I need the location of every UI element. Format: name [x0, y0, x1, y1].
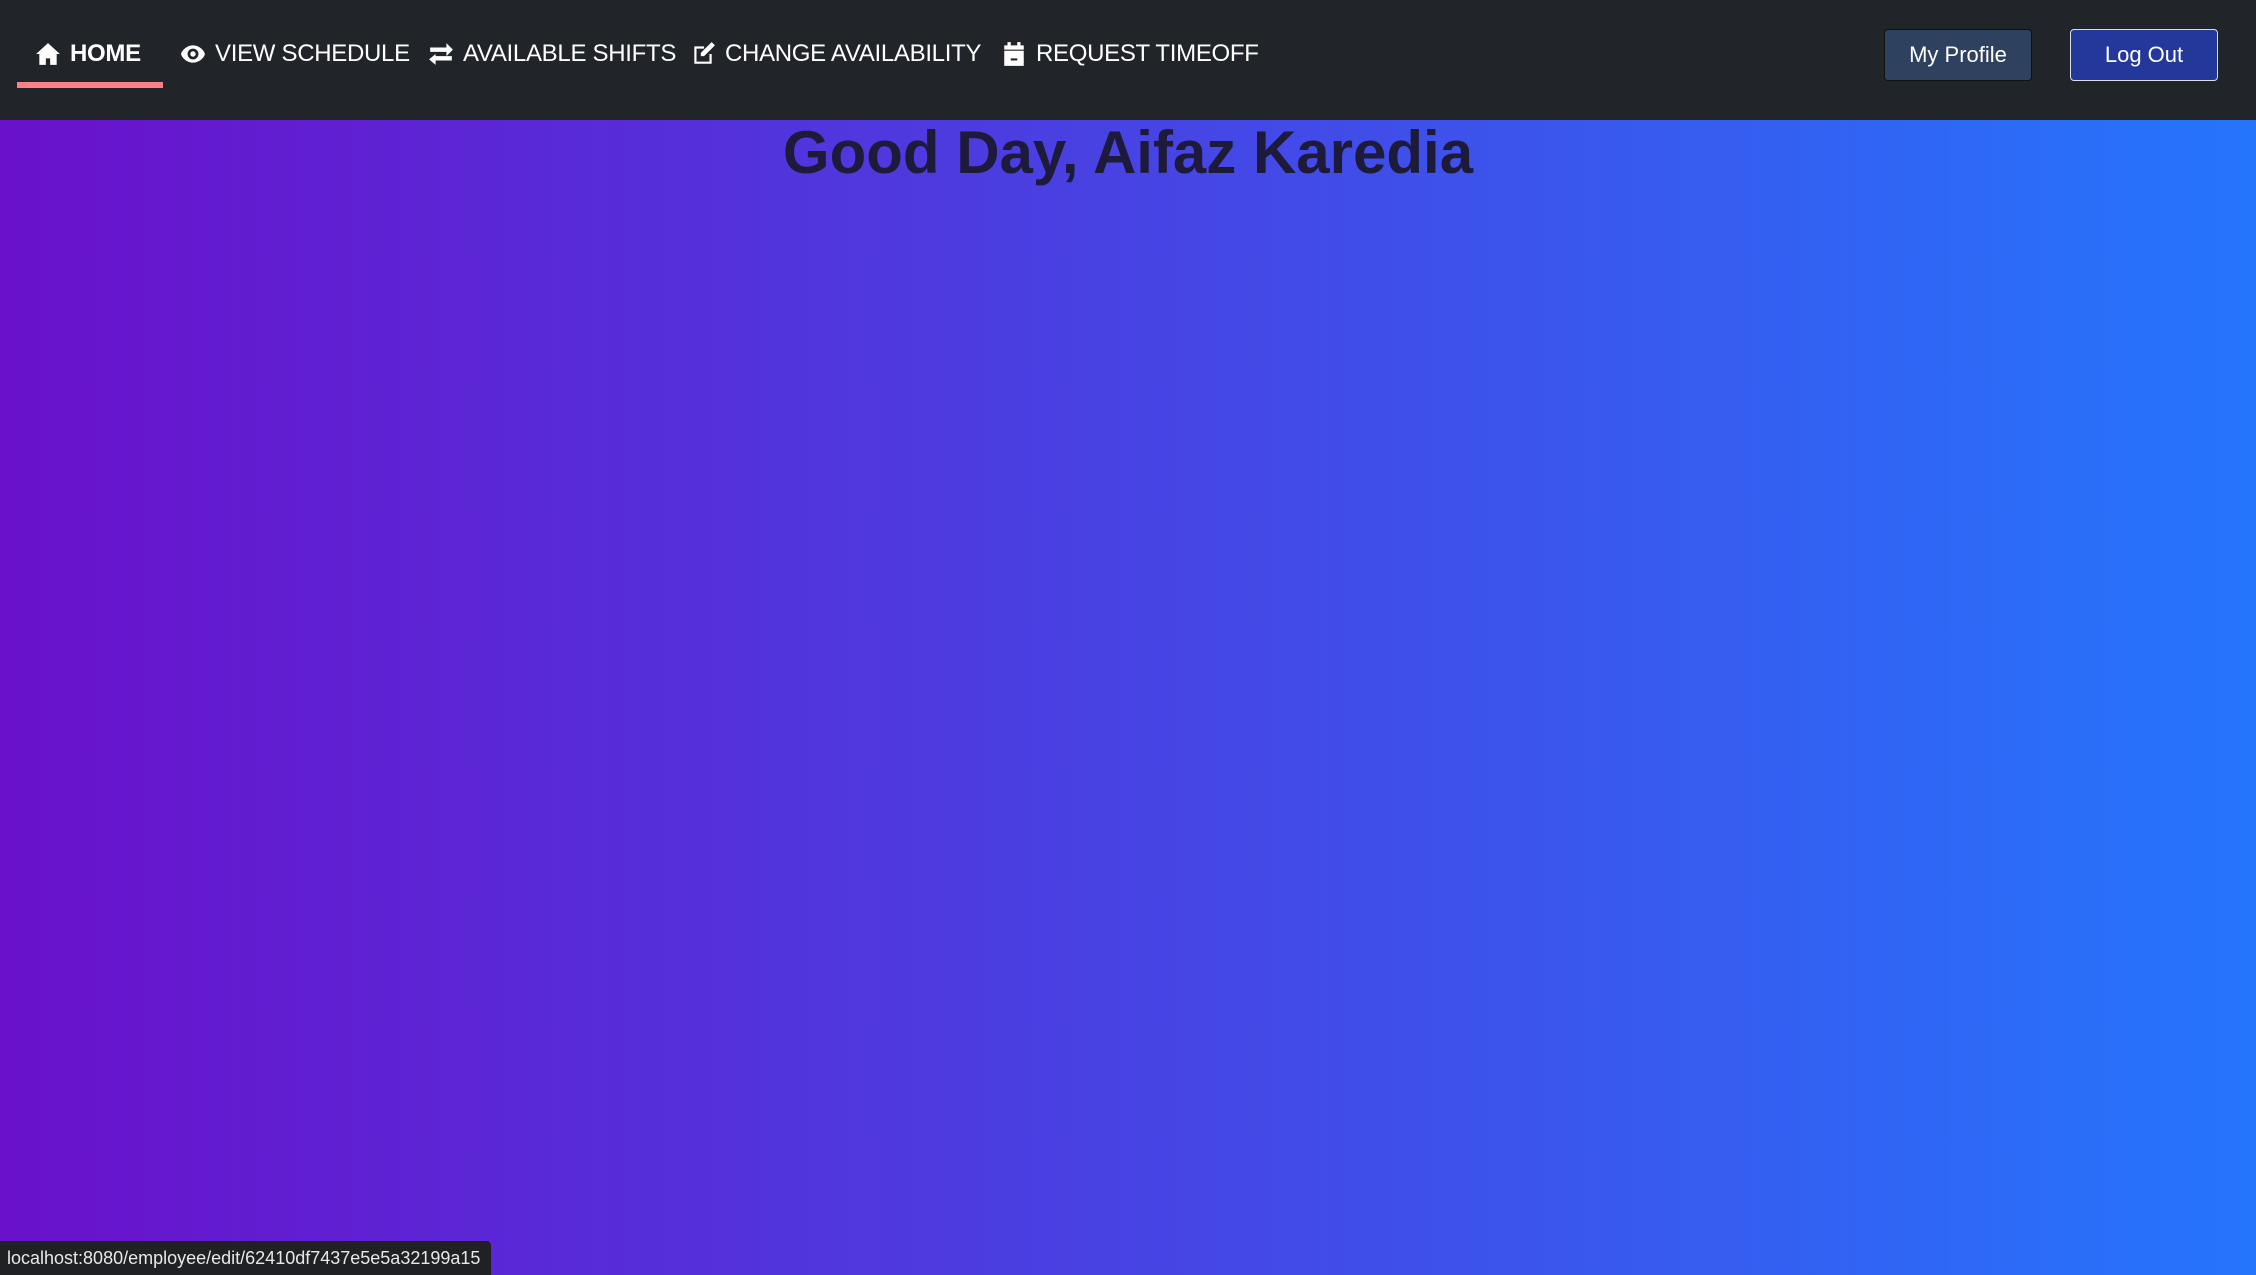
nav-available-shifts[interactable]: AVAILABLE SHIFTS	[428, 34, 676, 74]
edit-icon	[694, 42, 715, 64]
nav-change-availability-label: CHANGE AVAILABILITY	[725, 40, 982, 67]
nav-home-label: HOME	[70, 40, 141, 67]
home-icon	[36, 43, 60, 65]
status-bar-url: localhost:8080/employee/edit/62410df7437…	[0, 1241, 491, 1275]
nav-change-availability[interactable]: CHANGE AVAILABILITY	[690, 34, 981, 74]
nav-view-schedule[interactable]: VIEW SCHEDULE	[180, 34, 410, 74]
active-tab-indicator	[17, 82, 163, 88]
nav-request-timeoff[interactable]: REQUEST TIMEOFF	[1001, 34, 1259, 74]
my-profile-button[interactable]: My Profile	[1884, 29, 2032, 81]
nav-view-schedule-label: VIEW SCHEDULE	[215, 40, 410, 67]
eye-icon	[181, 45, 205, 63]
nav-home[interactable]: HOME	[35, 34, 141, 74]
exchange-icon	[429, 43, 453, 65]
log-out-button[interactable]: Log Out	[2070, 29, 2218, 81]
nav-available-shifts-label: AVAILABLE SHIFTS	[463, 40, 677, 67]
page-title: Good Day, Aifaz Karedia	[782, 119, 1474, 186]
calendar-icon	[1004, 42, 1024, 66]
nav-request-timeoff-label: REQUEST TIMEOFF	[1036, 40, 1259, 67]
navbar: HOME VIEW SCHEDULE AVAILABLE SHIFTS CHAN…	[0, 0, 2256, 120]
